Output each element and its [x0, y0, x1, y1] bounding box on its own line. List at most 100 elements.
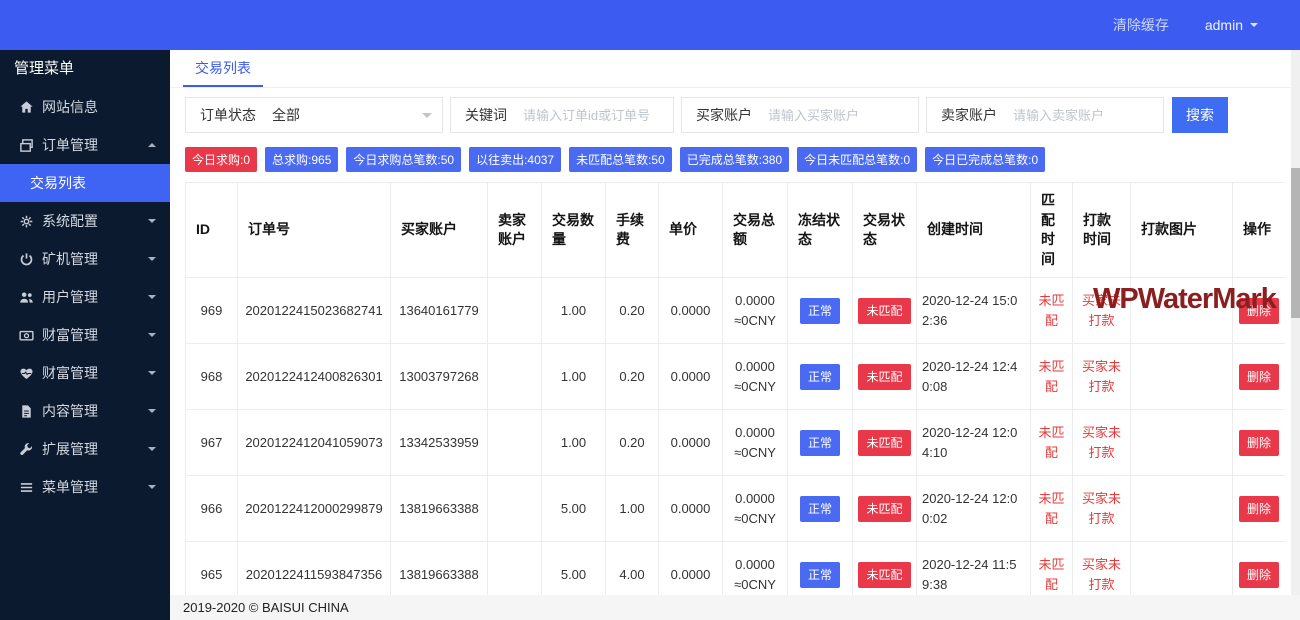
column-header: 操作 [1232, 182, 1285, 279]
sidebar-item-site-info[interactable]: 网站信息 [0, 88, 170, 126]
home-icon [18, 99, 34, 115]
cell-price: 0.0000 [658, 277, 723, 345]
cell-id: 969 [185, 277, 238, 345]
search-button[interactable]: 搜索 [1172, 97, 1228, 133]
chevron-down-icon [148, 447, 156, 455]
column-header: 手续费 [605, 182, 659, 279]
clear-cache-link[interactable]: 清除缓存 [1113, 15, 1169, 35]
delete-button[interactable]: 删除 [1238, 297, 1279, 324]
menu-icon [18, 479, 34, 495]
delete-button[interactable]: 删除 [1238, 363, 1279, 390]
table-row: 968 2020122412400826301 13003797268 1.00 0.2… [185, 343, 1285, 411]
cell-freeze: 正常 [787, 475, 853, 543]
cell-pay_time: 买家未打款 [1072, 475, 1131, 543]
sidebar-item-content-management[interactable]: 内容管理 [0, 392, 170, 430]
heart-icon [18, 365, 34, 381]
sidebar-item-miner-management[interactable]: 矿机管理 [0, 240, 170, 278]
freeze-status-badge: 正常 [799, 429, 840, 456]
cell-id: 968 [185, 343, 238, 411]
filter-bar: 订单状态 全部 关键词 买家账户 卖家账户 搜索 [185, 97, 1300, 133]
seller-input[interactable] [1011, 99, 1163, 131]
cell-status: 未匹配 [852, 541, 917, 599]
tab-bar: 交易列表 [170, 50, 1300, 88]
cell-id: 965 [185, 541, 238, 599]
buyer-input[interactable] [766, 99, 918, 131]
freeze-status-badge: 正常 [799, 561, 840, 588]
cell-status: 未匹配 [852, 277, 917, 345]
table-header-row: ID 订单号 买家账户 卖家账户 交易数量 手续费 单价 交易总额 冻结状态 交易状态 创建时间 匹配… [185, 182, 1285, 279]
sidebar-item-label: 财富管理 [42, 327, 98, 343]
cell-match_time: 未匹配 [1030, 343, 1073, 411]
sidebar-item-wealth-management-1[interactable]: 财富管理 [0, 316, 170, 354]
user-menu[interactable]: admin [1205, 17, 1258, 33]
copyright-text: 2019-2020 © BAISUI CHINA [183, 600, 349, 615]
stat-badge: 今日已完成总笔数:0 [925, 147, 1046, 172]
cell-seller [487, 475, 542, 543]
cell-pay_image [1130, 409, 1233, 477]
chevron-down-icon [148, 409, 156, 417]
cell-qty: 5.00 [541, 541, 606, 599]
sidebar-item-wealth-management-2[interactable]: 财富管理 [0, 354, 170, 392]
cell-seller [487, 277, 542, 345]
vertical-scrollbar[interactable] [1291, 50, 1300, 595]
orders-table-wrap: ID 订单号 买家账户 卖家账户 交易数量 手续费 单价 交易总额 冻结状态 交易状态 创建时间 匹配… [185, 182, 1285, 599]
orders-table: ID 订单号 买家账户 卖家账户 交易数量 手续费 单价 交易总额 冻结状态 交易状态 创建时间 匹配… [185, 182, 1285, 599]
column-header: 打款图片 [1130, 182, 1233, 279]
orders-icon [18, 137, 34, 153]
sidebar-item-menu-management[interactable]: 菜单管理 [0, 468, 170, 506]
table-row: 965 2020122411593847356 13819663388 5.00 4.0… [185, 541, 1285, 599]
cell-qty: 1.00 [541, 277, 606, 345]
sidebar-item-user-management[interactable]: 用户管理 [0, 278, 170, 316]
delete-button[interactable]: 删除 [1238, 429, 1279, 456]
cell-action: 删除 [1232, 277, 1285, 345]
sidebar-item-label: 用户管理 [42, 289, 98, 305]
cell-price: 0.0000 [658, 409, 723, 477]
cell-buyer: 13003797268 [390, 343, 488, 411]
trade-status-badge: 未匹配 [858, 297, 911, 324]
cell-id: 966 [185, 475, 238, 543]
cell-order_no: 2020122411593847356 [237, 541, 391, 599]
column-header: 交易总额 [722, 182, 788, 279]
column-header: 买家账户 [390, 182, 488, 279]
column-header: 创建时间 [916, 182, 1031, 279]
cell-action: 删除 [1232, 541, 1285, 599]
cell-match_time: 未匹配 [1030, 541, 1073, 599]
sidebar-subitem-trade-list[interactable]: 交易列表 [0, 164, 170, 202]
cell-qty: 5.00 [541, 475, 606, 543]
buyer-label: 买家账户 [696, 107, 752, 123]
cell-seller [487, 541, 542, 599]
cell-pay_time: 买家未打款 [1072, 409, 1131, 477]
sidebar-item-label: 扩展管理 [42, 441, 98, 457]
sidebar-item-label: 内容管理 [42, 403, 98, 419]
keyword-input[interactable] [521, 99, 673, 131]
cell-created: 2020-12-24 12:40:08 [916, 343, 1031, 411]
chevron-down-icon [148, 257, 156, 265]
stat-badge: 今日求购总笔数:50 [346, 147, 462, 172]
cell-status: 未匹配 [852, 475, 917, 543]
cell-fee: 0.20 [605, 343, 659, 411]
chevron-down-icon [148, 295, 156, 303]
sidebar-item-label: 财富管理 [42, 365, 98, 381]
delete-button[interactable]: 删除 [1238, 561, 1279, 588]
sidebar-item-system-config[interactable]: 系统配置 [0, 202, 170, 240]
delete-button[interactable]: 删除 [1238, 495, 1279, 522]
trade-status-badge: 未匹配 [858, 561, 911, 588]
cell-pay_image [1130, 277, 1233, 345]
sidebar-item-order-management[interactable]: 订单管理 [0, 126, 170, 164]
order-status-select[interactable]: 全部 [270, 98, 442, 132]
cell-buyer: 13819663388 [390, 541, 488, 599]
cell-freeze: 正常 [787, 541, 853, 599]
cell-buyer: 13640161779 [390, 277, 488, 345]
seller-label: 卖家账户 [941, 107, 997, 123]
cell-pay_time: 买家未打款 [1072, 541, 1131, 599]
tab-trade-list[interactable]: 交易列表 [183, 50, 263, 87]
cell-freeze: 正常 [787, 343, 853, 411]
sidebar-item-extension-management[interactable]: 扩展管理 [0, 430, 170, 468]
sidebar-item-label: 菜单管理 [42, 479, 98, 495]
scrollbar-thumb[interactable] [1291, 168, 1300, 318]
cell-action: 删除 [1232, 475, 1285, 543]
freeze-status-badge: 正常 [799, 495, 840, 522]
cell-created: 2020-12-24 11:59:38 [916, 541, 1031, 599]
table-row: 967 2020122412041059073 13342533959 1.00 0.2… [185, 409, 1285, 477]
sidebar-item-label: 订单管理 [42, 137, 98, 153]
